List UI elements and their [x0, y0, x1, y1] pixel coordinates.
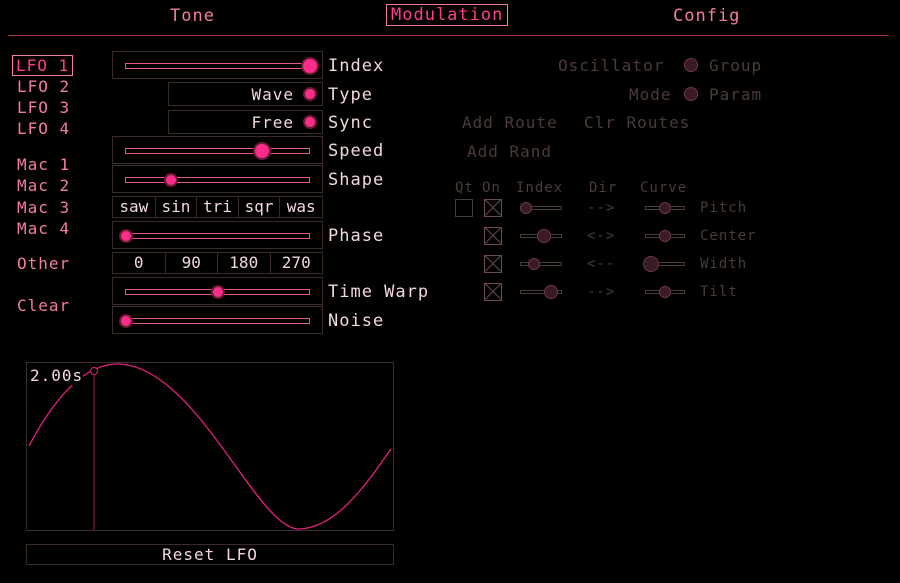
route-target: Center	[700, 228, 757, 244]
wave-sqr-button[interactable]: sqr	[239, 197, 281, 217]
add-rand-button[interactable]: Add Rand	[467, 142, 552, 161]
type-selector[interactable]: Wave	[168, 82, 323, 106]
nav-mac-4[interactable]: Mac 4	[17, 219, 70, 238]
route-index-knob[interactable]	[528, 258, 540, 270]
nav-lfo-1[interactable]: LFO 1	[12, 55, 74, 76]
tab-config[interactable]: Config	[673, 6, 740, 26]
wave-sin-button[interactable]: sin	[156, 197, 198, 217]
shape-knob[interactable]	[164, 173, 179, 187]
phase-button-bar: 0 90 180 270	[112, 252, 323, 274]
tab-tone[interactable]: Tone	[170, 6, 215, 26]
param-label: Param	[709, 85, 763, 104]
wave-was-button[interactable]: was	[280, 197, 322, 217]
route-index-track	[520, 262, 562, 266]
reset-lfo-button[interactable]: Reset LFO	[26, 544, 394, 565]
speed-track	[125, 148, 310, 154]
speed-knob[interactable]	[252, 142, 271, 160]
time-warp-slider[interactable]	[112, 277, 323, 305]
nav-mac-3[interactable]: Mac 3	[17, 198, 70, 217]
clr-routes-button[interactable]: Clr Routes	[584, 113, 690, 132]
route-curve-knob[interactable]	[659, 286, 671, 298]
speed-label: Speed	[328, 141, 385, 161]
sync-selector[interactable]: Free	[168, 110, 323, 134]
nav-lfo-2[interactable]: LFO 2	[17, 77, 70, 96]
nav-mac-2[interactable]: Mac 2	[17, 176, 70, 195]
wave-button-bar: saw sin tri sqr was	[112, 196, 323, 218]
time-label: 2.00s	[30, 366, 84, 385]
header-on: On	[482, 180, 501, 196]
phase-slider[interactable]	[112, 221, 323, 249]
index-track	[125, 63, 310, 69]
route-dir[interactable]: <--	[587, 256, 615, 272]
noise-knob[interactable]	[119, 314, 133, 328]
nav-clear[interactable]: Clear	[17, 296, 70, 315]
oscillator-group-toggle[interactable]	[684, 58, 698, 72]
index-knob[interactable]	[301, 57, 319, 75]
phase-180-button[interactable]: 180	[218, 253, 271, 273]
header-curve: Curve	[640, 180, 688, 196]
route-target: Pitch	[700, 200, 748, 216]
phase-90-button[interactable]: 90	[166, 253, 218, 273]
route-dir[interactable]: <->	[587, 228, 615, 244]
route-curve-knob[interactable]	[643, 256, 659, 272]
noise-slider[interactable]	[112, 306, 323, 334]
phase-0-button[interactable]: 0	[113, 253, 166, 273]
shape-slider[interactable]	[112, 165, 323, 193]
add-route-button[interactable]: Add Route	[462, 113, 558, 132]
route-on-toggle[interactable]	[484, 255, 502, 273]
route-index-knob[interactable]	[520, 202, 532, 214]
sync-value: Free	[251, 113, 294, 132]
noise-label: Noise	[328, 311, 385, 331]
header-index: Index	[516, 180, 564, 196]
phase-270-button[interactable]: 270	[271, 253, 323, 273]
nav-mac-1[interactable]: Mac 1	[17, 155, 70, 174]
tab-modulation[interactable]: Modulation	[386, 4, 509, 26]
phase-track	[125, 233, 310, 239]
mode-label: Mode	[629, 85, 672, 104]
phase-knob[interactable]	[119, 229, 133, 243]
group-label: Group	[709, 56, 763, 75]
header-qt: Qt	[455, 180, 474, 196]
route-target: Width	[700, 256, 748, 272]
wave-tri-button[interactable]: tri	[197, 197, 239, 217]
nav-other[interactable]: Other	[17, 254, 70, 273]
speed-slider[interactable]	[112, 136, 323, 164]
lfo-waveform	[28, 363, 392, 530]
header-dir: Dir	[589, 180, 618, 196]
phase-label: Phase	[328, 226, 385, 246]
type-value: Wave	[251, 85, 294, 104]
playhead-marker	[90, 367, 98, 375]
route-curve-knob[interactable]	[659, 230, 671, 242]
route-dir[interactable]: -->	[587, 284, 615, 300]
type-label: Type	[328, 85, 373, 105]
noise-track	[125, 318, 310, 324]
header-divider	[8, 35, 889, 36]
time-warp-label: Time Warp	[328, 282, 430, 302]
reset-lfo-label: Reset LFO	[162, 545, 258, 564]
route-on-toggle[interactable]	[484, 227, 502, 245]
waveform-path	[28, 363, 392, 530]
shape-label: Shape	[328, 170, 385, 190]
shape-track	[125, 177, 310, 183]
sync-label: Sync	[328, 113, 373, 133]
mode-param-toggle[interactable]	[684, 87, 698, 101]
route-dir[interactable]: -->	[587, 200, 615, 216]
index-slider[interactable]	[112, 51, 323, 79]
time-warp-knob[interactable]	[210, 285, 225, 299]
route-index-knob[interactable]	[544, 285, 558, 299]
route-curve-knob[interactable]	[659, 202, 671, 214]
type-knob[interactable]	[303, 87, 317, 101]
route-on-toggle[interactable]	[484, 199, 502, 217]
nav-lfo-3[interactable]: LFO 3	[17, 98, 70, 117]
lfo-preview[interactable]: 2.00s	[26, 362, 394, 531]
sync-knob[interactable]	[303, 115, 317, 129]
wave-saw-button[interactable]: saw	[113, 197, 156, 217]
oscillator-label: Oscillator	[558, 56, 665, 75]
nav-lfo-4[interactable]: LFO 4	[17, 119, 70, 138]
route-on-toggle[interactable]	[484, 283, 502, 301]
route-index-knob[interactable]	[537, 229, 551, 243]
route-target: Tilt	[700, 284, 738, 300]
qt-checkbox[interactable]	[455, 199, 473, 217]
index-label: Index	[328, 56, 385, 76]
